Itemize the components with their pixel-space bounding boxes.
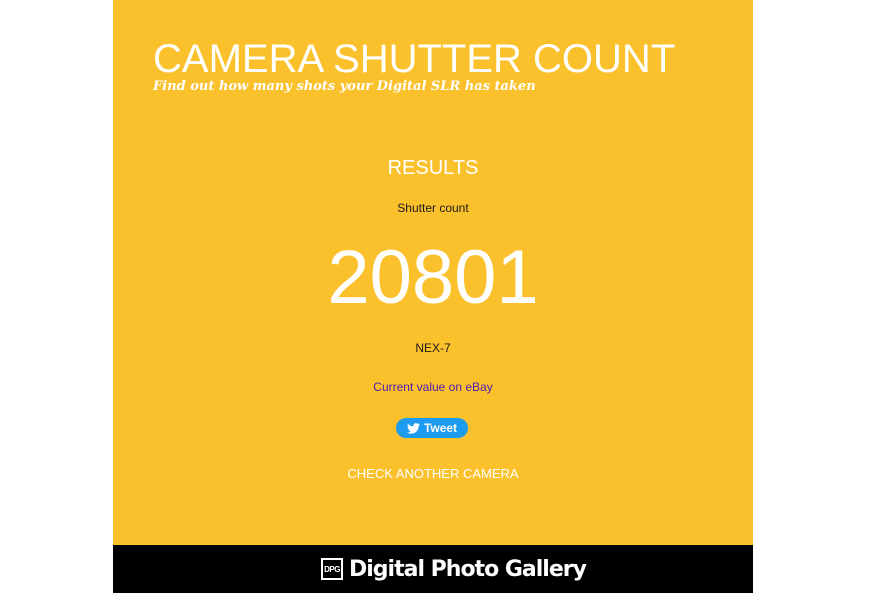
twitter-bird-icon [406, 422, 420, 434]
tweet-button[interactable]: Tweet [396, 418, 468, 438]
footer: DPG Digital Photo Gallery [113, 545, 753, 593]
footer-logo[interactable]: DPG Digital Photo Gallery [321, 554, 587, 584]
ebay-value-link[interactable]: Current value on eBay [113, 380, 753, 394]
tweet-label: Tweet [423, 421, 458, 435]
check-another-camera-link[interactable]: CHECK ANOTHER CAMERA [113, 466, 753, 482]
footer-logo-text: Digital Photo Gallery [349, 556, 587, 582]
shutter-count-value: 20801 [327, 235, 539, 320]
shutter-count-label: Shutter count [397, 201, 469, 215]
site-title[interactable]: CAMERA SHUTTER COUNT [153, 36, 675, 82]
camera-model: NEX-7 [415, 341, 451, 355]
dpg-logo-icon: DPG [321, 558, 343, 580]
results-heading: RESULTS [387, 157, 479, 179]
site-tagline: Find out how many shots your Digital SLR… [153, 79, 536, 94]
main-panel: CAMERA SHUTTER COUNT Find out how many s… [113, 0, 753, 545]
